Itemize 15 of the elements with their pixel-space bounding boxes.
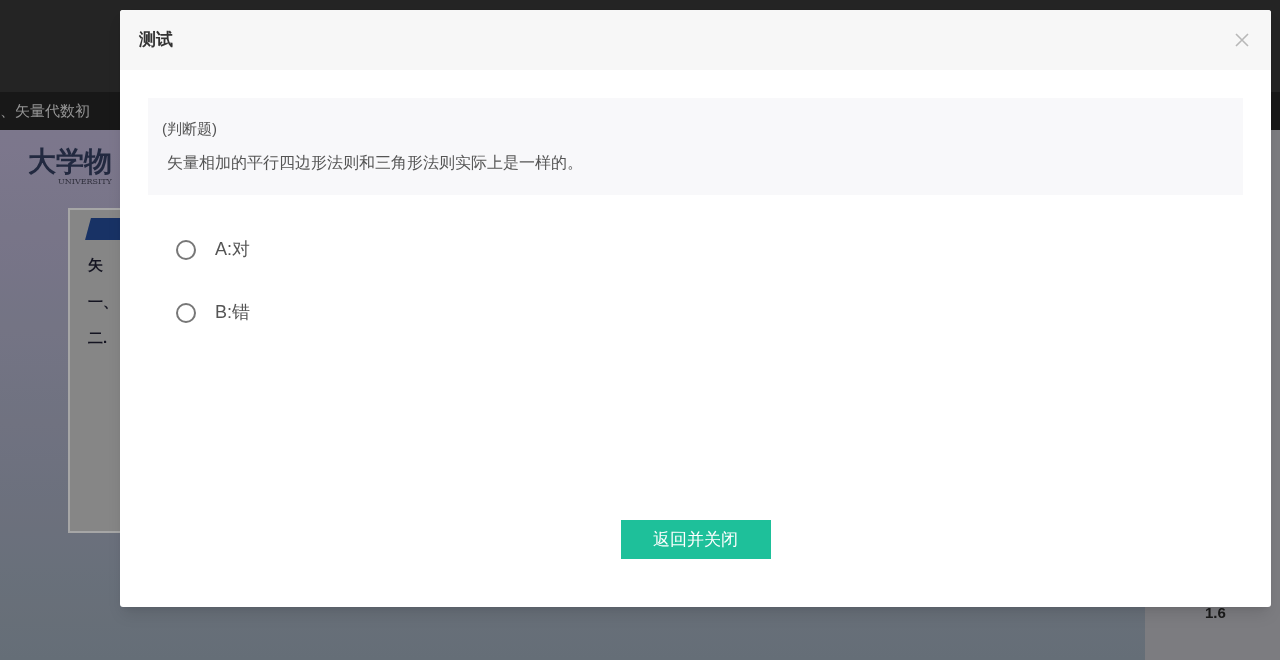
slide-text: 二. xyxy=(88,328,109,348)
slide-text: 一、 xyxy=(88,291,119,312)
radio-button[interactable] xyxy=(176,302,196,323)
side-number: 1.6 xyxy=(1205,602,1226,623)
close-icon xyxy=(1235,33,1249,47)
question-type: (判断题) xyxy=(162,119,218,140)
dialog-title: 测试 xyxy=(139,29,173,52)
answer-option[interactable]: B:错 xyxy=(176,300,1243,325)
radio-button[interactable] xyxy=(176,239,196,260)
caption-text: 、矢量代数初 xyxy=(0,100,90,121)
slide-logo: 大学物 xyxy=(28,148,112,176)
slide-logo-subtitle: UNIVERSITY xyxy=(57,176,112,188)
question-text: 矢量相加的平行四边形法则和三角形法则实际上是一样的。 xyxy=(166,152,584,173)
answer-option[interactable]: A:对 xyxy=(176,237,1243,262)
slide-text: 矢 xyxy=(88,255,104,275)
